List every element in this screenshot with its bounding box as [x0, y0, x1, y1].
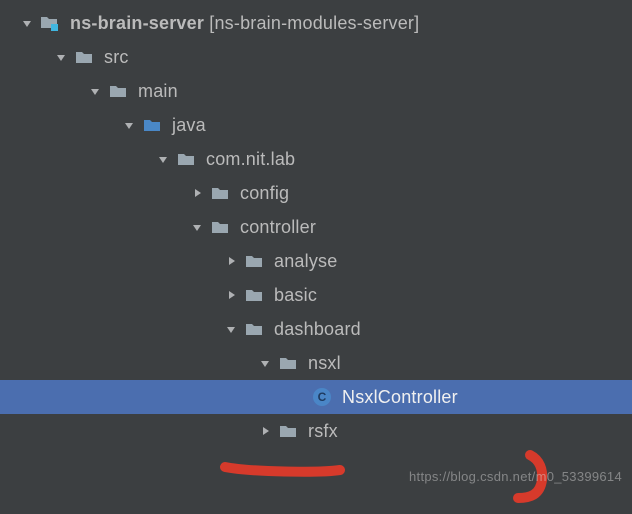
chevron-right-icon[interactable]	[220, 289, 242, 301]
package-icon	[276, 354, 300, 372]
tree-class-nsxlcontroller[interactable]: NsxlController	[0, 380, 632, 414]
source-folder-icon	[140, 116, 164, 134]
chevron-down-icon[interactable]	[118, 119, 140, 131]
folder-label: java	[172, 115, 206, 136]
class-label: NsxlController	[342, 387, 458, 408]
chevron-down-icon[interactable]	[16, 17, 38, 29]
package-icon	[208, 184, 232, 202]
package-icon	[208, 218, 232, 236]
package-label: config	[240, 183, 289, 204]
folder-icon	[72, 48, 96, 66]
package-label: rsfx	[308, 421, 338, 442]
chevron-down-icon[interactable]	[220, 323, 242, 335]
package-icon	[276, 422, 300, 440]
tree-package-rsfx[interactable]: rsfx	[0, 414, 632, 448]
chevron-down-icon[interactable]	[50, 51, 72, 63]
tree-package-basic[interactable]: basic	[0, 278, 632, 312]
folder-label: src	[104, 47, 129, 68]
tree-package-dashboard[interactable]: dashboard	[0, 312, 632, 346]
package-label: com.nit.lab	[206, 149, 295, 170]
project-tree[interactable]: ns-brain-server [ns-brain-modules-server…	[0, 0, 632, 448]
package-label: controller	[240, 217, 316, 238]
package-icon	[174, 150, 198, 168]
tree-module-root[interactable]: ns-brain-server [ns-brain-modules-server…	[0, 6, 632, 40]
watermark: https://blog.csdn.net/m0_53399614	[409, 469, 622, 484]
package-label: analyse	[274, 251, 337, 272]
chevron-right-icon[interactable]	[254, 425, 276, 437]
java-class-icon	[310, 387, 334, 407]
chevron-down-icon[interactable]	[84, 85, 106, 97]
package-icon	[242, 320, 266, 338]
package-label: nsxl	[308, 353, 341, 374]
module-label: ns-brain-server [ns-brain-modules-server…	[70, 13, 419, 34]
package-label: basic	[274, 285, 317, 306]
module-folder-icon	[38, 13, 62, 33]
tree-package-analyse[interactable]: analyse	[0, 244, 632, 278]
folder-icon	[106, 82, 130, 100]
tree-package-controller[interactable]: controller	[0, 210, 632, 244]
chevron-down-icon[interactable]	[186, 221, 208, 233]
chevron-right-icon[interactable]	[186, 187, 208, 199]
package-icon	[242, 252, 266, 270]
package-icon	[242, 286, 266, 304]
tree-folder-java[interactable]: java	[0, 108, 632, 142]
tree-package-nsxl[interactable]: nsxl	[0, 346, 632, 380]
chevron-down-icon[interactable]	[254, 357, 276, 369]
folder-label: main	[138, 81, 178, 102]
tree-folder-main[interactable]: main	[0, 74, 632, 108]
tree-package-config[interactable]: config	[0, 176, 632, 210]
package-label: dashboard	[274, 319, 361, 340]
chevron-down-icon[interactable]	[152, 153, 174, 165]
chevron-right-icon[interactable]	[220, 255, 242, 267]
tree-folder-src[interactable]: src	[0, 40, 632, 74]
tree-package[interactable]: com.nit.lab	[0, 142, 632, 176]
